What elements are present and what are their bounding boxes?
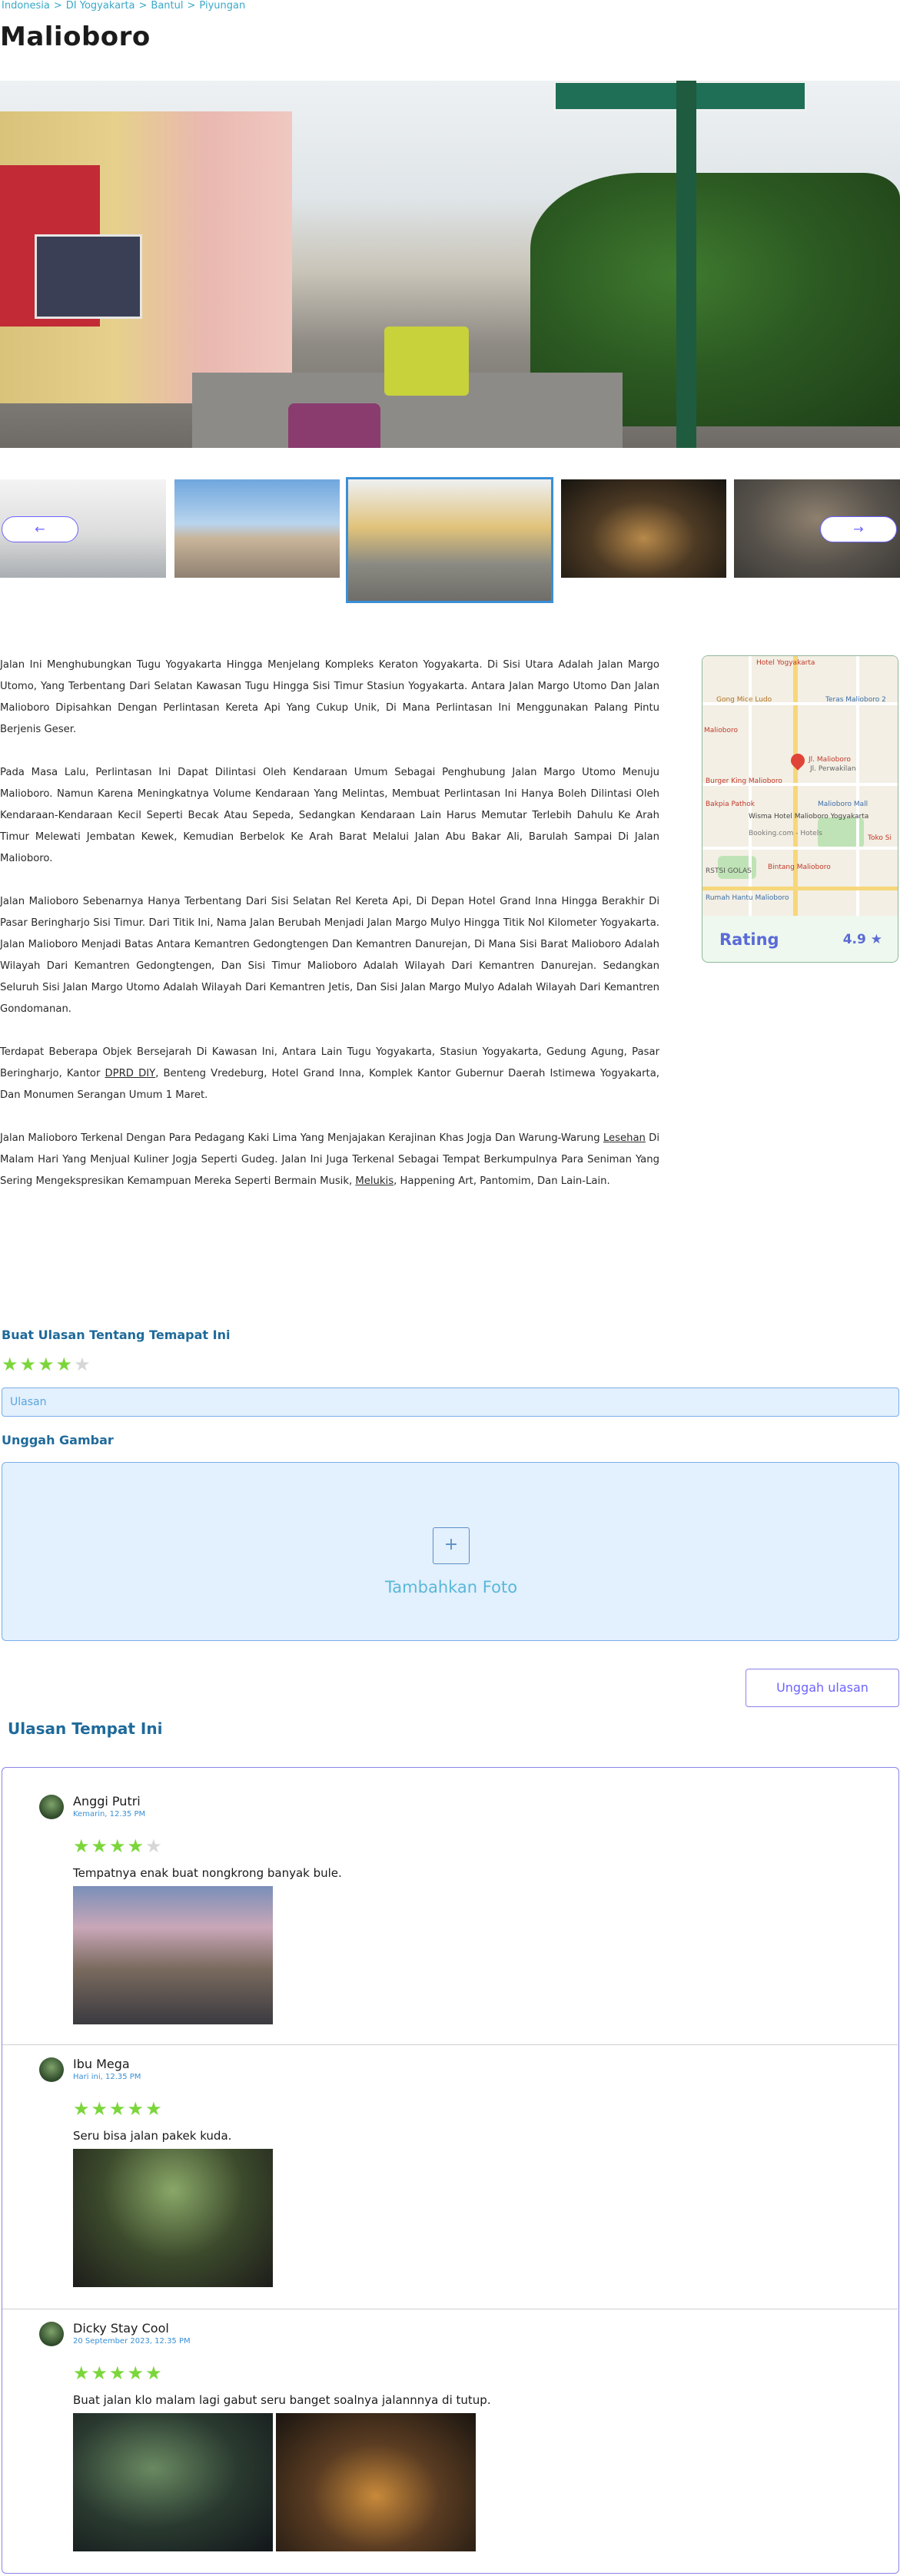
star-icon: ★ <box>73 2098 91 2120</box>
upload-label: Tambahkan Foto <box>384 1578 518 1596</box>
star-icon: ★ <box>73 1835 91 1857</box>
hero-photo <box>0 81 900 448</box>
hero-bus <box>384 327 469 396</box>
star-icon: ★ <box>109 2098 128 2120</box>
review-text-input[interactable] <box>2 1387 899 1417</box>
star-icon: ★ <box>91 2362 110 2384</box>
thumbnail-image-selected[interactable] <box>346 477 553 603</box>
place-description: Jalan Ini Menghubungkan Tugu Yogyakarta … <box>0 655 659 1214</box>
star-icon: ★ <box>73 2362 91 2384</box>
description-paragraph: Pada Masa Lalu, Perlintasan Ini Dapat Di… <box>0 767 659 864</box>
description-paragraph: Terdapat Beberapa Objek Bersejarah Di Ka… <box>0 1046 659 1101</box>
star-icon[interactable]: ★ <box>20 1354 38 1375</box>
review-form-title: Buat Ulasan Tentang Temapat Ini <box>2 1328 231 1342</box>
reviewer-name: Ibu Mega <box>73 2057 130 2071</box>
review-text: Tempatnya enak buat nongkrong banyak bul… <box>73 1866 342 1880</box>
review-photo[interactable] <box>276 2413 476 2551</box>
star-icon: ★ <box>127 2362 146 2384</box>
upload-title: Unggah Gambar <box>2 1433 114 1447</box>
link-lesehan[interactable]: Lesehan <box>603 1132 646 1144</box>
submit-review-button[interactable]: Unggah ulasan <box>746 1669 899 1707</box>
breadcrumb-item-country[interactable]: Indonesia <box>2 0 50 12</box>
star-icon: ★ <box>145 1835 164 1857</box>
link-melukis[interactable]: Melukis <box>355 1175 394 1187</box>
star-icon[interactable]: ★ <box>38 1354 56 1375</box>
avatar <box>39 1795 64 1819</box>
avatar <box>39 2057 64 2082</box>
arrow-right-icon: → <box>853 522 864 536</box>
star-icon[interactable]: ★ <box>2 1354 20 1375</box>
breadcrumb-item-regency[interactable]: Bantul <box>151 0 183 12</box>
review-photo[interactable] <box>73 2413 273 2551</box>
star-icon: ★ <box>91 2098 110 2120</box>
hero-becak <box>288 403 380 448</box>
star-icon: ★ <box>91 1835 110 1857</box>
upload-photo-area[interactable]: + Tambahkan Foto <box>2 1462 899 1641</box>
reviewer-name: Dicky Stay Cool <box>73 2321 169 2336</box>
rating-value: 4.9 ★ <box>842 932 882 947</box>
description-paragraph: Jalan Malioboro Terkenal Dengan Para Ped… <box>0 1132 659 1187</box>
review-text: Buat jalan klo malam lagi gabut seru ban… <box>73 2393 491 2407</box>
review-stars: ★★★★★ <box>73 2362 164 2384</box>
review-stars: ★★★★★ <box>73 1835 164 1857</box>
gallery-prev-button[interactable]: ← <box>2 516 78 542</box>
review-item: Ibu Mega Hari ini, 12.35 PM ★★★★★ Seru b… <box>2 2031 898 2309</box>
rating-label: Rating <box>719 930 779 949</box>
rating-row: Rating 4.9 ★ <box>702 916 898 962</box>
hero-shop-sign <box>35 234 142 319</box>
reviewer-name: Anggi Putri <box>73 1794 141 1809</box>
star-icon: ★ <box>127 2098 146 2120</box>
review-text: Seru bisa jalan pakek kuda. <box>73 2129 232 2143</box>
star-icon: ★ <box>109 2362 128 2384</box>
review-time: Hari ini, 12.35 PM <box>73 2073 141 2081</box>
thumbnail-image[interactable] <box>561 479 726 578</box>
avatar <box>39 2322 64 2346</box>
review-photo[interactable] <box>73 2149 273 2287</box>
star-icon: ★ <box>127 1835 146 1857</box>
page-title: Malioboro <box>0 22 151 52</box>
star-icon: ★ <box>145 2098 164 2120</box>
review-time: 20 September 2023, 12.35 PM <box>73 2337 191 2346</box>
review-time: Kemarin, 12.35 PM <box>73 1810 146 1818</box>
star-icon[interactable]: ★ <box>56 1354 75 1375</box>
breadcrumb-item-district[interactable]: Piyungan <box>199 0 245 12</box>
reviews-list: Anggi Putri Kemarin, 12.35 PM ★★★★★ Temp… <box>2 1767 899 2574</box>
description-paragraph: Jalan Ini Menghubungkan Tugu Yogyakarta … <box>0 659 659 735</box>
breadcrumb-separator: > <box>187 0 196 12</box>
breadcrumb-separator: > <box>138 0 148 12</box>
map-rating-card: Hotel Yogyakarta Gong Mice Ludo Teras Ma… <box>702 655 898 963</box>
thumbnail-image[interactable] <box>174 479 340 578</box>
review-stars: ★★★★★ <box>73 2098 164 2120</box>
star-icon: ★ <box>145 2362 164 2384</box>
hero-lamp-pole <box>676 81 696 448</box>
review-item: Dicky Stay Cool 20 September 2023, 12.35… <box>2 2295 898 2571</box>
review-photo[interactable] <box>73 1886 273 2024</box>
star-icon: ★ <box>109 1835 128 1857</box>
breadcrumb: Indonesia > DI Yogyakarta > Bantul > Piyungan <box>2 0 245 12</box>
description-paragraph: Jalan Malioboro Sebenarnya Hanya Terbent… <box>0 896 659 1015</box>
star-rating-input[interactable]: ★★★★★ <box>2 1354 92 1375</box>
breadcrumb-item-province[interactable]: DI Yogyakarta <box>66 0 135 12</box>
thumbnail-gallery: ← → <box>0 477 900 608</box>
star-icon[interactable]: ★ <box>74 1354 92 1375</box>
location-map[interactable]: Hotel Yogyakarta Gong Mice Ludo Teras Ma… <box>702 656 898 916</box>
link-dprd-diy[interactable]: DPRD DIY <box>105 1068 156 1079</box>
breadcrumb-separator: > <box>53 0 62 12</box>
arrow-left-icon: ← <box>35 522 45 536</box>
review-item: Anggi Putri Kemarin, 12.35 PM ★★★★★ Temp… <box>2 1768 898 2045</box>
reviews-title: Ulasan Tempat Ini <box>8 1719 163 1738</box>
gallery-next-button[interactable]: → <box>820 516 897 542</box>
plus-icon[interactable]: + <box>433 1527 470 1564</box>
